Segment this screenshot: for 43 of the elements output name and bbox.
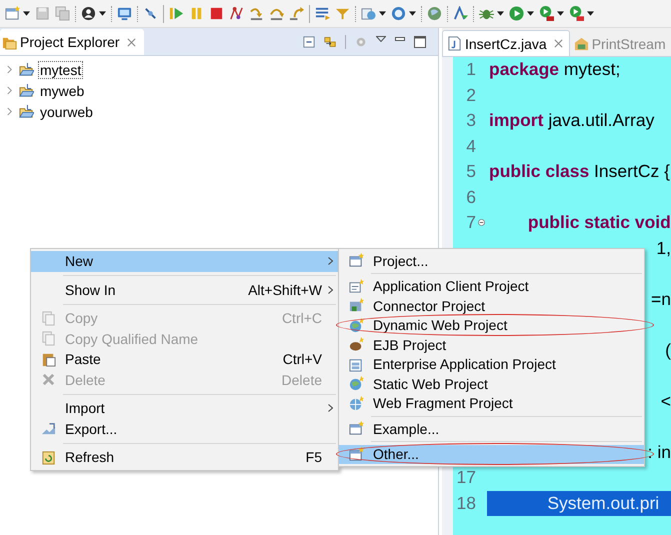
code-line: 1, [655, 238, 671, 258]
code-line: package mytest; [488, 59, 620, 79]
shortcut-text: Ctrl+C [282, 310, 322, 326]
line-number: 5 [466, 161, 476, 181]
menu-item[interactable]: Enterprise Application Project [339, 354, 644, 374]
menu-item[interactable]: Project... [339, 251, 644, 270]
shortcut-text: Delete [282, 372, 322, 388]
code-line: import java.util.Array [488, 110, 654, 130]
line-number: 6 [466, 186, 476, 206]
menu-item[interactable]: Import [31, 398, 338, 418]
menu-item[interactable]: Dynamic Web Project [339, 316, 644, 335]
line-number: 17 [456, 467, 476, 487]
menu-item[interactable]: EJB Project [339, 335, 644, 354]
code-line: < [660, 390, 671, 410]
shortcut-text: F5 [306, 449, 322, 466]
code-line: : in [646, 442, 671, 462]
menu-item[interactable]: Refresh F5 [31, 447, 338, 468]
code-line: =n [650, 288, 671, 308]
tree-item[interactable]: yourweb [38, 102, 95, 120]
menu-item[interactable]: Connector Project [339, 296, 644, 316]
editor-tab[interactable]: InsertCz.java [442, 30, 570, 56]
line-number: 1 [466, 59, 476, 79]
shortcut-text: Ctrl+V [282, 351, 322, 368]
code-line: ( [664, 340, 671, 360]
menu-item[interactable]: Application Client Project [339, 276, 644, 296]
menu-item[interactable]: Static Web Project [339, 374, 644, 394]
line-number: 2 [466, 84, 476, 104]
tree-item[interactable]: mytest [38, 60, 84, 78]
menu-item[interactable]: Web Fragment Project [339, 394, 644, 413]
menu-item[interactable]: Export... [31, 418, 338, 439]
code-line: public class InsertCz { [488, 161, 670, 181]
menu-item[interactable]: Example... [339, 419, 644, 438]
code-line: public static void [526, 212, 671, 232]
line-number: 18 [456, 492, 476, 512]
line-number: 4 [466, 136, 476, 156]
menu-item[interactable]: Paste Ctrl+V [31, 349, 338, 370]
menu-item[interactable]: New [31, 251, 338, 272]
shortcut-text: Alt+Shift+W [248, 282, 322, 298]
line-number: 7 [466, 212, 476, 232]
menu-item[interactable]: Show In Alt+Shift+W [31, 280, 338, 300]
view-tab[interactable]: Project Explorer [0, 29, 144, 55]
line-number: 3 [466, 110, 476, 130]
tree-item[interactable]: myweb [38, 82, 86, 100]
